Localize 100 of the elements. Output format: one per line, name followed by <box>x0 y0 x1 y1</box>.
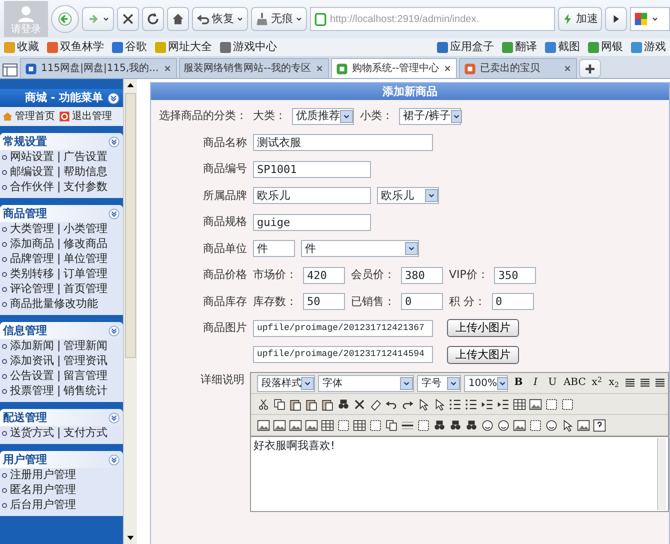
pointer-icon[interactable] <box>433 398 446 410</box>
pointer-icon[interactable] <box>417 398 430 410</box>
menu-link[interactable]: 品牌管理 <box>10 251 54 268</box>
format-button[interactable]: U <box>545 375 560 391</box>
input-field[interactable]: 0 <box>492 293 534 310</box>
scrollbar[interactable] <box>123 79 137 544</box>
collapse-icon[interactable] <box>108 324 120 336</box>
dropdown[interactable]: 段落样式 <box>257 374 316 392</box>
collapse-icon[interactable] <box>108 208 120 220</box>
dropdown[interactable]: 裙子/裤子 <box>399 108 461 125</box>
menu-link[interactable]: 添加资讯 <box>10 353 54 370</box>
binoculars-icon[interactable] <box>433 418 446 432</box>
bookmark-link[interactable]: 游戏 <box>631 38 666 56</box>
dropdown[interactable]: 100% <box>464 374 508 392</box>
menu-link[interactable]: 管理新闻 <box>64 338 108 355</box>
input-field[interactable]: 欧乐儿 <box>253 187 371 204</box>
dropdown[interactable]: 字体 <box>318 374 414 392</box>
input-field[interactable]: SP1001 <box>253 160 371 178</box>
menu-link[interactable]: 注册用户管理 <box>10 467 76 484</box>
menu-link[interactable]: 管理资讯 <box>64 353 108 370</box>
frame-icon[interactable] <box>529 418 542 432</box>
frame-icon[interactable] <box>337 418 350 432</box>
menu-link[interactable]: 小类管理 <box>64 221 108 238</box>
menu-link[interactable]: 修改商品 <box>64 236 108 253</box>
dropdown[interactable]: 字号 <box>417 374 462 392</box>
image-icon[interactable] <box>577 418 590 432</box>
format-button[interactable]: I <box>528 375 542 391</box>
collapse-icon[interactable] <box>108 136 120 148</box>
menu-link[interactable]: 首页管理 <box>64 281 108 298</box>
list-icon[interactable] <box>449 398 462 410</box>
menu-link[interactable]: 合作伙伴 <box>10 179 54 196</box>
menu-link[interactable]: 送货方式 <box>10 425 54 442</box>
binoculars-icon[interactable] <box>465 418 478 432</box>
dropdown[interactable]: 欧乐儿 <box>377 187 439 204</box>
menu-link[interactable]: 公告设置 <box>10 368 54 385</box>
image-icon[interactable] <box>513 418 526 432</box>
bookmark-link[interactable]: 收藏 <box>4 38 39 56</box>
bookmark-link[interactable]: 网银 <box>588 38 623 56</box>
bookmark-link[interactable]: 谷歌 <box>112 38 147 56</box>
frame-icon[interactable] <box>561 398 574 410</box>
close-icon[interactable] <box>162 64 172 73</box>
menu-link[interactable]: 添加商品 <box>10 236 54 253</box>
close-icon[interactable] <box>443 64 452 73</box>
scrollbar[interactable] <box>657 438 666 510</box>
menu-link[interactable]: 类别转移 <box>10 266 54 283</box>
menu-link[interactable]: 广告设置 <box>64 149 108 166</box>
frame-icon[interactable] <box>417 418 430 432</box>
pointer-icon[interactable] <box>561 418 574 432</box>
play-button[interactable] <box>605 7 627 31</box>
delete-icon[interactable] <box>353 398 366 410</box>
format-button[interactable]: x$^{2}$ <box>590 375 604 391</box>
indent-icon[interactable] <box>497 398 510 410</box>
align-icon[interactable] <box>638 377 651 389</box>
speedup-button[interactable]: 加速 <box>558 7 602 31</box>
menu-link[interactable]: 留言管理 <box>64 368 108 385</box>
home-button[interactable] <box>167 7 189 31</box>
paste-icon[interactable] <box>321 398 334 410</box>
bookmark-link[interactable]: 网址大全 <box>155 38 212 56</box>
input-field[interactable]: 0 <box>401 293 443 310</box>
image-icon[interactable] <box>305 418 318 432</box>
dropdown[interactable]: 件 <box>301 240 419 258</box>
table-icon[interactable] <box>513 398 526 410</box>
restore-button[interactable]: 恢复 <box>192 7 248 31</box>
copy-icon[interactable] <box>385 418 398 432</box>
bookmark-link[interactable]: 游戏中心 <box>220 38 277 56</box>
collapse-icon[interactable] <box>107 92 120 104</box>
format-button[interactable]: B <box>511 375 526 391</box>
menu-link[interactable]: 订单管理 <box>64 266 108 283</box>
menu-link[interactable]: 支付方式 <box>64 425 108 442</box>
list-icon[interactable] <box>465 398 478 410</box>
table-icon[interactable] <box>321 418 334 432</box>
menu-link[interactable]: 网站设置 <box>10 149 54 166</box>
format-button[interactable]: ABC <box>562 375 587 391</box>
image-icon[interactable] <box>529 398 542 410</box>
bookmark-link[interactable]: 双鱼林学 <box>47 38 104 56</box>
menu-link[interactable]: 评论管理 <box>10 281 54 298</box>
align-icon[interactable] <box>654 377 666 389</box>
browser-tab[interactable]: 服装网络销售网站--我的专区 <box>178 58 329 78</box>
menu-link[interactable]: 退出管理 <box>59 109 112 124</box>
collapse-icon[interactable] <box>108 454 120 466</box>
bookmark-link[interactable]: 翻译 <box>502 38 537 56</box>
paste-icon[interactable] <box>305 398 318 410</box>
browser-tab[interactable]: 115网盘|网盘|115,我的... <box>20 58 177 78</box>
menu-link[interactable]: 帮助信息 <box>64 164 108 181</box>
stop-button[interactable] <box>117 7 139 31</box>
cut-icon[interactable] <box>257 398 270 410</box>
image-icon[interactable] <box>289 418 302 432</box>
image-icon[interactable] <box>257 418 270 432</box>
table-icon[interactable] <box>353 418 366 432</box>
help-icon[interactable] <box>593 418 606 432</box>
input-field[interactable]: 测试衣服 <box>253 134 433 152</box>
back-button[interactable] <box>51 5 79 33</box>
menu-link[interactable]: 后台用户管理 <box>10 497 76 514</box>
menu-link[interactable]: 投票管理 <box>10 383 54 400</box>
input-field[interactable]: upfile/proimage/201231712414594 <box>253 346 433 364</box>
browser-tab[interactable]: 已卖出的宝贝 <box>459 58 578 78</box>
menu-link[interactable]: 添加新闻 <box>10 338 54 355</box>
collapse-icon[interactable] <box>108 412 120 424</box>
bookmark-link[interactable]: 应用盒子 <box>437 38 494 56</box>
input-field[interactable]: guige <box>253 214 371 231</box>
